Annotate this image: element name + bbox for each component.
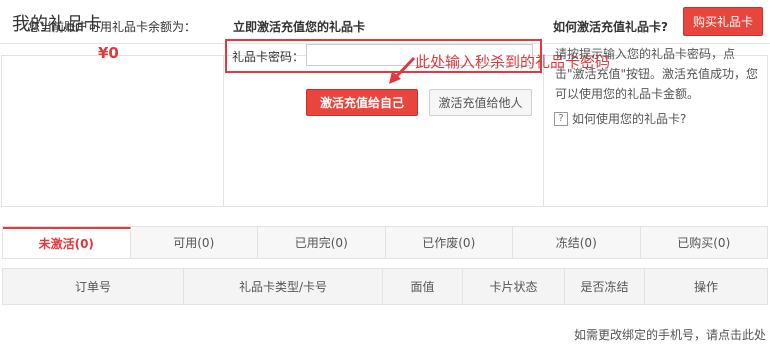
tab-used-up[interactable]: 已用完(0) bbox=[258, 227, 386, 258]
card-status-tabs: 未激活(0) 可用(0) 已用完(0) 已作废(0) 冻结(0) 已购买(0) bbox=[2, 226, 768, 259]
tab-inactive[interactable]: 未激活(0) bbox=[3, 227, 131, 258]
tab-purchased[interactable]: 已购买(0) bbox=[641, 227, 768, 258]
column-actions: 操作 bbox=[693, 280, 718, 294]
change-phone-link[interactable]: 如需更改绑定的手机号，请点击此处 bbox=[574, 326, 766, 343]
table-header: 订单号 礼品卡类型/卡号 面值 卡片状态 是否冻结 操作 bbox=[2, 268, 768, 305]
activate-title: 立即激活充值您的礼品卡 bbox=[233, 20, 366, 34]
balance-label: 您当前账户可用礼品卡余额为： bbox=[28, 20, 197, 34]
column-card-type: 礼品卡类型/卡号 bbox=[184, 269, 383, 304]
column-card-status: 卡片状态 bbox=[463, 269, 565, 304]
help-link[interactable]: ? 如何使用您的礼品卡? bbox=[554, 110, 686, 127]
question-icon: ? bbox=[554, 111, 568, 126]
column-order-number: 订单号 bbox=[3, 269, 184, 304]
help-text: 请按提示输入您的礼品卡密码，点击"激活充值"按钮。激活充值成功，您可以使用您的礼… bbox=[555, 47, 759, 101]
code-label: 礼品卡密码： bbox=[232, 50, 305, 64]
panel-divider bbox=[543, 56, 544, 206]
tab-available[interactable]: 可用(0) bbox=[131, 227, 258, 258]
tab-frozen[interactable]: 冻结(0) bbox=[513, 227, 641, 258]
column-face-value: 面值 bbox=[383, 269, 463, 304]
balance-value: ¥0 bbox=[98, 44, 119, 62]
activate-self-button[interactable]: 激活充值给自己 bbox=[306, 89, 418, 116]
help-link-label[interactable]: 如何使用您的礼品卡? bbox=[572, 110, 686, 127]
activate-others-button[interactable]: 激活充值给他人 bbox=[429, 89, 532, 116]
buy-gift-card-button[interactable]: 购买礼品卡 bbox=[683, 7, 763, 36]
tab-voided[interactable]: 已作废(0) bbox=[386, 227, 513, 258]
help-title: 如何激活充值礼品卡? bbox=[553, 20, 668, 34]
column-frozen: 是否冻结 bbox=[565, 269, 645, 304]
panel-divider bbox=[223, 56, 224, 206]
